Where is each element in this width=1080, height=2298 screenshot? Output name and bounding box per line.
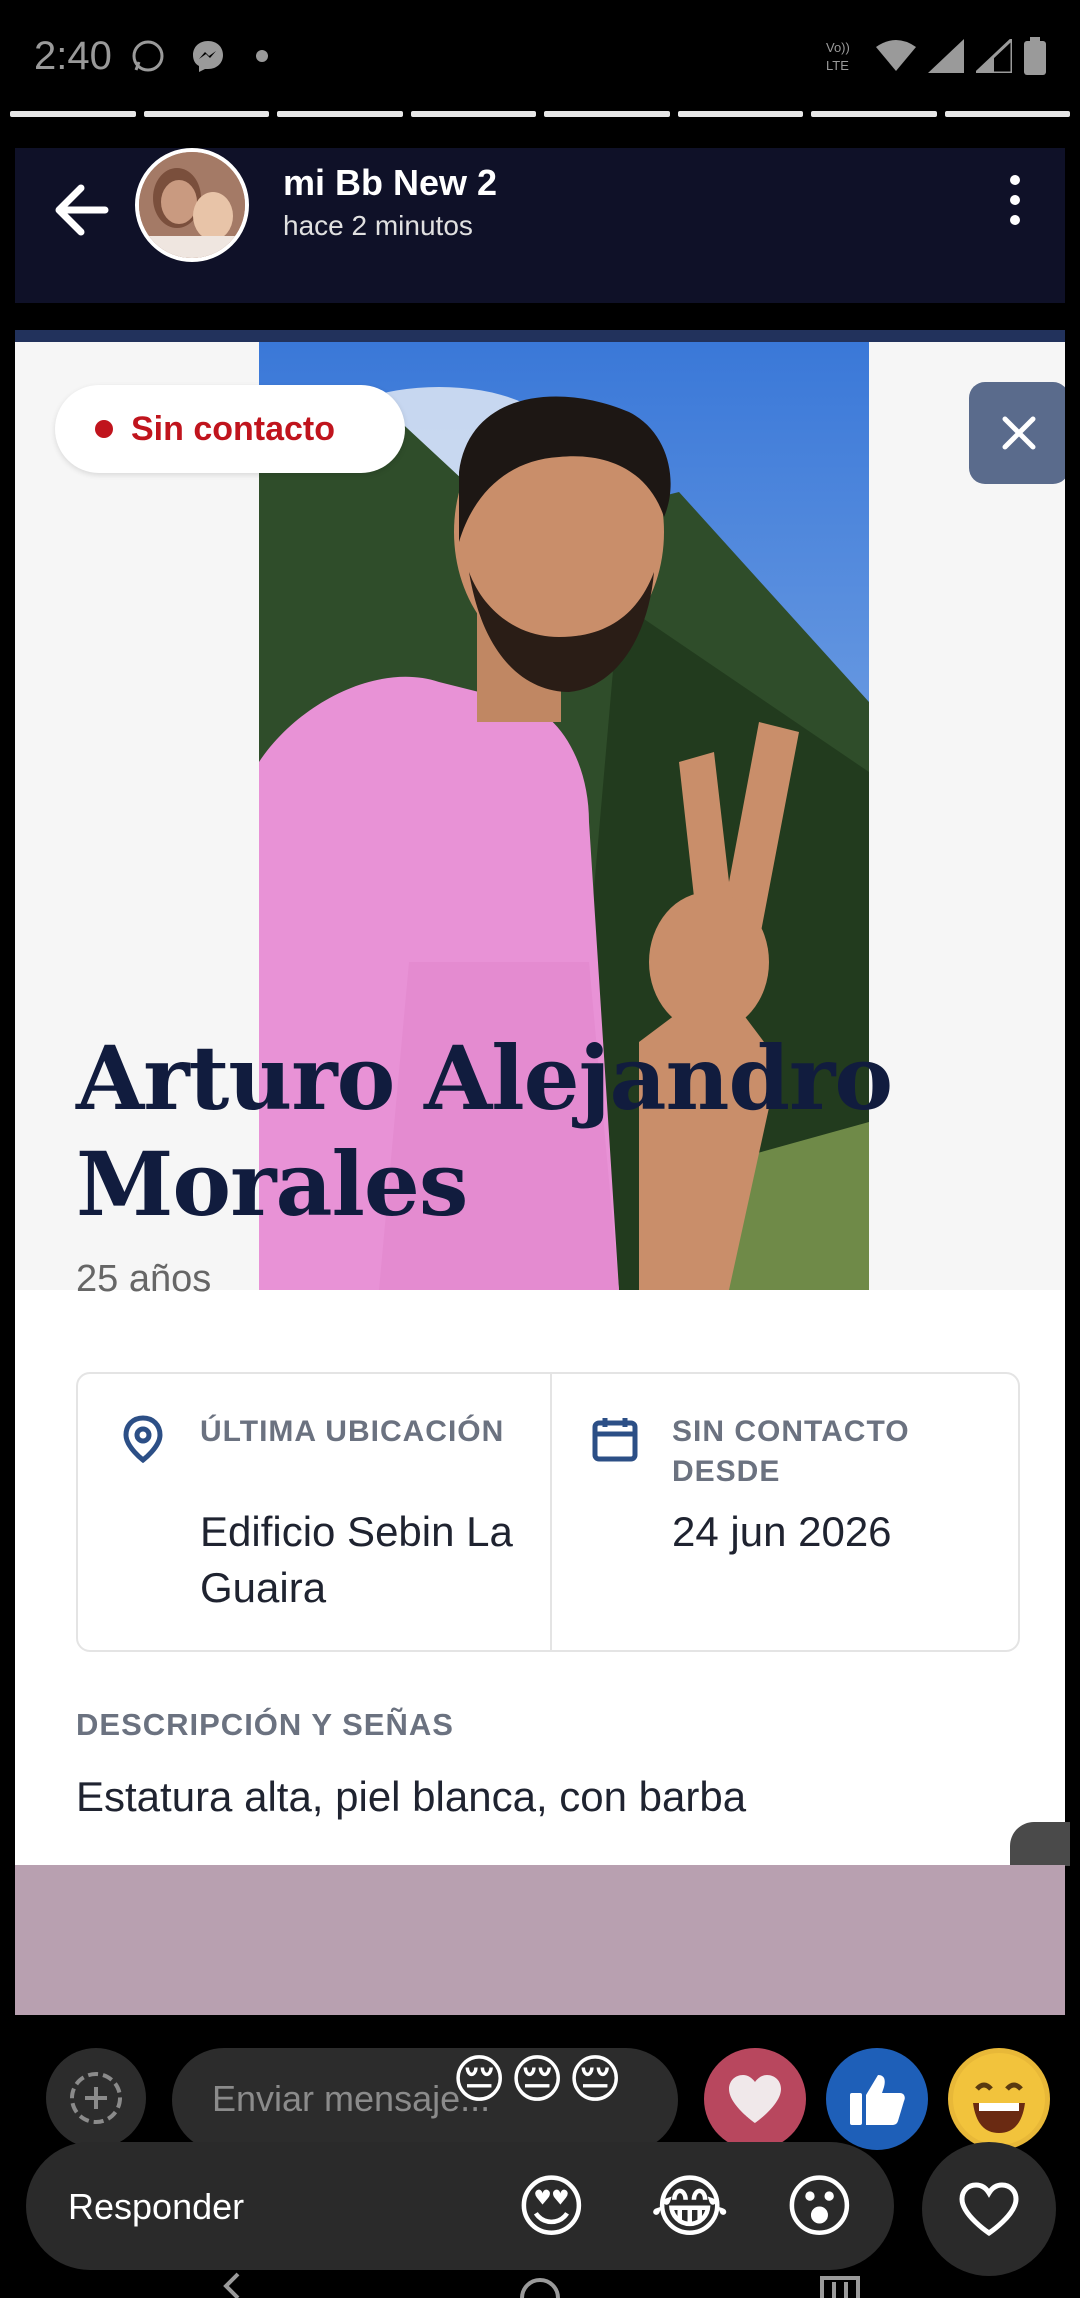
pensive-emoji: 😔 (452, 2051, 507, 2109)
like-story-button[interactable] (922, 2142, 1056, 2276)
add-circle-icon (70, 2072, 122, 2124)
no-contact-label: SIN CONTACTO DESDE (672, 1415, 910, 1488)
nav-back-icon[interactable] (223, 2272, 240, 2298)
more-options-icon[interactable] (995, 170, 1035, 230)
back-arrow-icon[interactable] (43, 170, 123, 250)
wifi-icon (876, 40, 916, 71)
progress-segment (944, 111, 1070, 117)
status-dot (95, 420, 113, 438)
svg-text:LTE: LTE (826, 58, 849, 73)
thumbs-up-icon (850, 2075, 905, 2125)
laugh-reaction-button[interactable] (948, 2048, 1050, 2150)
pensive-emoji: 😔 (568, 2051, 623, 2109)
battery-icon (1024, 37, 1046, 75)
person-age: 25 años (76, 1258, 212, 1300)
close-icon (1002, 416, 1036, 450)
nav-recents-icon[interactable] (820, 2276, 860, 2298)
progress-segment (677, 111, 803, 117)
pensive-emoji: 😔 (510, 2051, 565, 2109)
story-background-band (15, 1865, 1065, 2015)
progress-segment (410, 111, 536, 117)
info-box: ÚLTIMA UBICACIÓN Edificio Sebin La Guair… (76, 1372, 1020, 1652)
avatar-photo (139, 152, 245, 258)
avatar[interactable] (135, 148, 249, 262)
progress-segment (10, 111, 136, 117)
progress-segment (277, 111, 403, 117)
info-divider (550, 1374, 552, 1650)
top-accent-line (15, 330, 1065, 342)
heart-icon (729, 2075, 781, 2123)
description-value: Estatura alta, piel blanca, con barba (76, 1773, 747, 1820)
system-nav-bar (223, 2272, 860, 2298)
status-bar: 2:40 Vo)) LTE (0, 0, 1080, 110)
location-pin-icon (123, 1415, 163, 1464)
whatsapp-icon (132, 40, 164, 72)
svg-text:Vo)): Vo)) (826, 40, 850, 55)
person-name: Arturo Alejandro Morales (76, 1026, 893, 1236)
story-progress (10, 111, 1070, 117)
messenger-icon (193, 41, 223, 72)
signal-icon (976, 39, 1012, 73)
add-media-button[interactable] (46, 2048, 146, 2148)
scroll-tab (1010, 1822, 1070, 1866)
volte-lte-icon: Vo)) LTE (826, 40, 850, 73)
no-contact-value: 24 jun 2026 (672, 1508, 892, 1555)
progress-segment (544, 111, 670, 117)
progress-segment (811, 111, 937, 117)
status-time: 2:40 (34, 34, 112, 78)
laughing-face-icon (953, 2053, 1045, 2145)
story-header: mi Bb New 2 hace 2 minutos (15, 148, 1065, 303)
heart-outline-icon (959, 2182, 1019, 2237)
love-reaction-button[interactable] (704, 2048, 806, 2150)
signal-icon (928, 39, 964, 73)
reply-label: Responder (68, 2186, 245, 2227)
last-location-label: ÚLTIMA UBICACIÓN (200, 1415, 505, 1448)
heart-eyes-emoji-button[interactable]: 😍 (516, 2168, 587, 2247)
status-pill: Sin contacto (55, 385, 405, 473)
nav-home-icon[interactable] (520, 2278, 560, 2298)
tears-of-joy-emoji-button[interactable]: 😂 (650, 2168, 729, 2247)
close-button[interactable] (969, 382, 1065, 484)
story-author: mi Bb New 2 (283, 162, 498, 203)
calendar-icon (592, 1418, 638, 1462)
surprised-emoji-button[interactable]: 😮 (784, 2168, 855, 2247)
progress-segment (143, 111, 269, 117)
like-reaction-button[interactable] (826, 2048, 928, 2150)
message-placeholder: Enviar mensaje... (212, 2078, 491, 2119)
story-time: hace 2 minutos (283, 210, 473, 241)
status-pill-label: Sin contacto (131, 409, 336, 448)
reply-bar[interactable]: Responder 😍 😂 😮 (26, 2142, 894, 2270)
dot-icon (256, 50, 268, 62)
description-label: DESCRIPCIÓN Y SEÑAS (76, 1707, 454, 1742)
last-location-value: Edificio Sebin La Guaira (200, 1508, 513, 1611)
